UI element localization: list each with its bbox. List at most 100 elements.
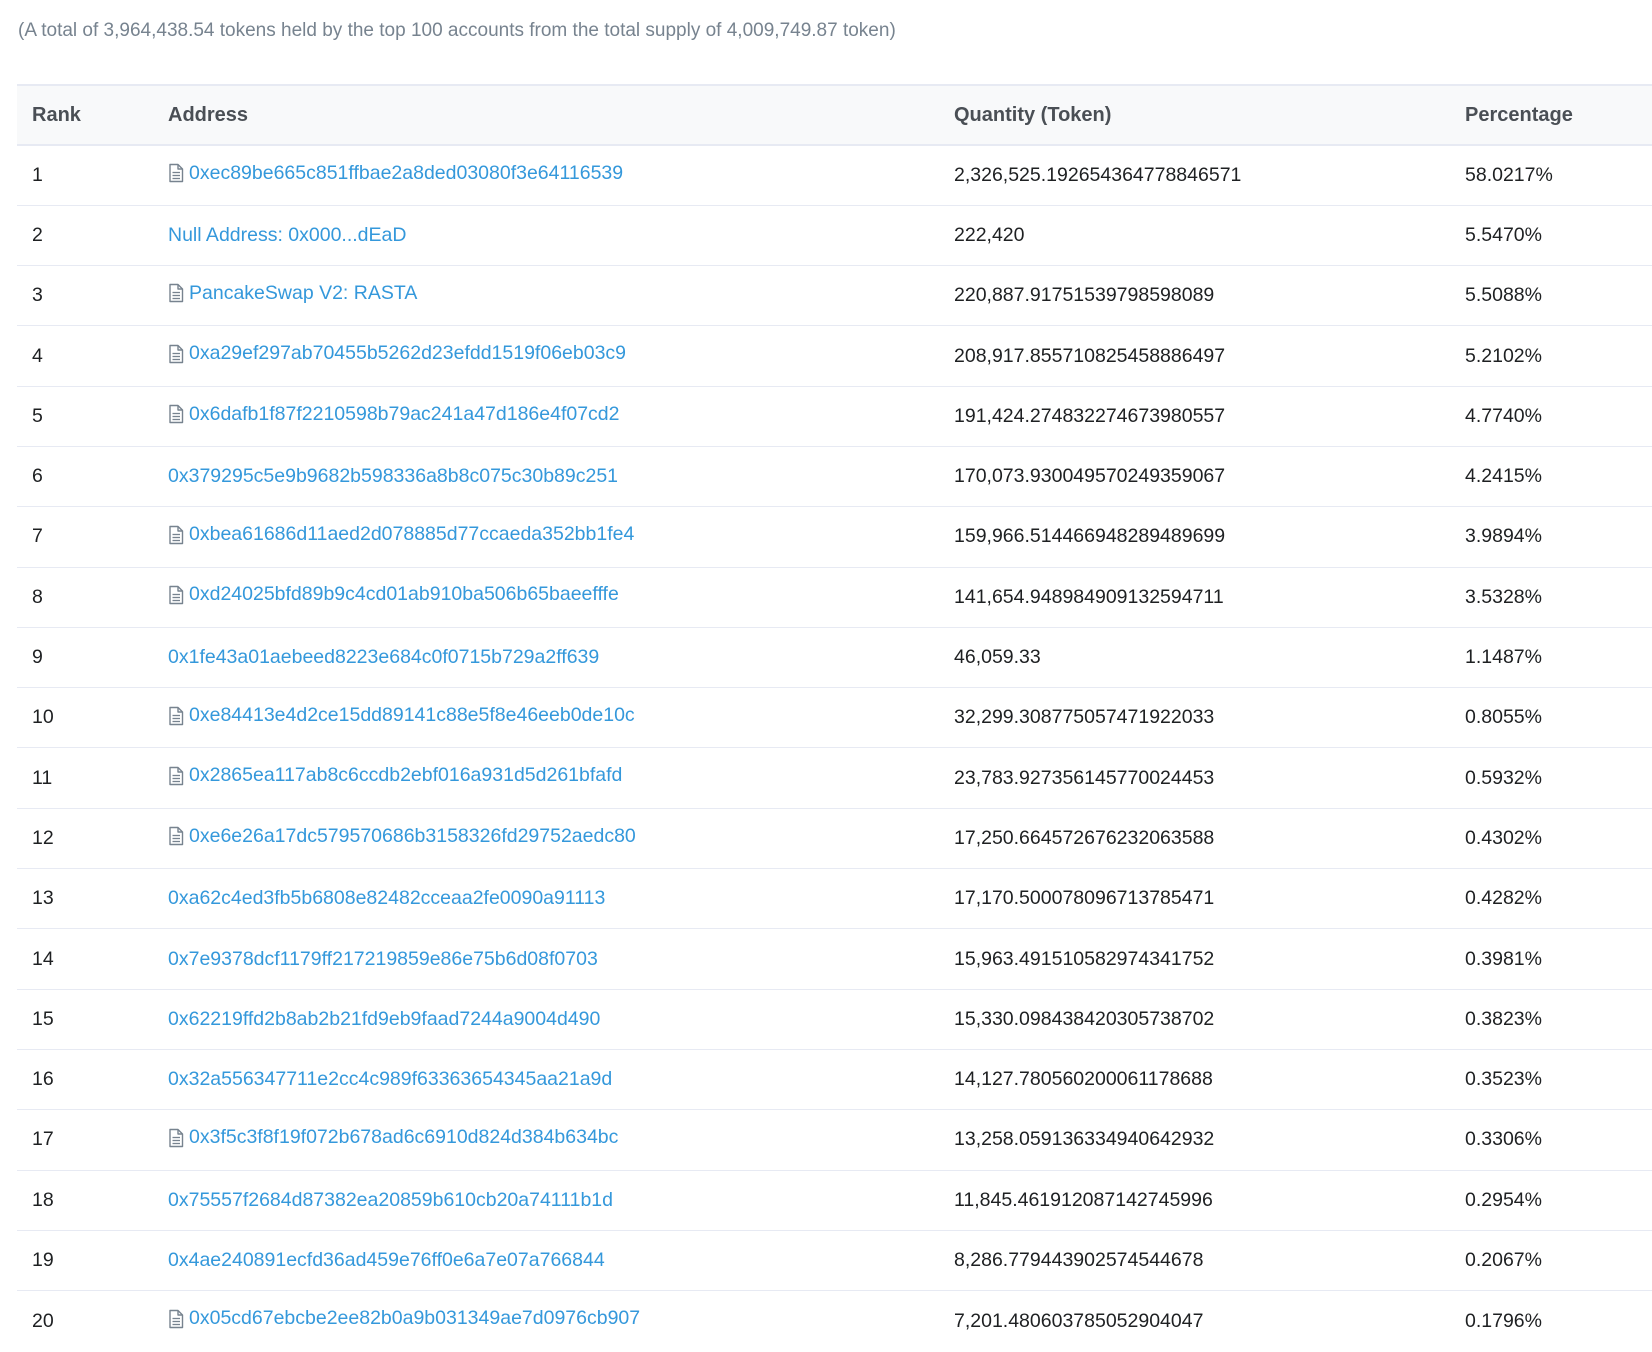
percentage-cell: 0.3823% <box>1465 1007 1542 1030</box>
table-row: 8 0xd24025bfd89b9c4cd01ab910ba506b65baeef… <box>17 567 1652 628</box>
holder-address-link[interactable]: 0xbea61686d11aed2d078885d77ccaeda352bb1f… <box>189 523 634 546</box>
address-cell: 0x2865ea117ab8c6ccdb2ebf016a931d5d261bfa… <box>168 748 954 808</box>
percentage-cell: 0.4282% <box>1465 887 1542 910</box>
holder-address-link[interactable]: 0x6dafb1f87f2210598b79ac241a47d186e4f07c… <box>189 403 620 426</box>
table-row: 15 0x62219ffd2b8ab2b21fd9eb9faad7244a9004… <box>17 989 1652 1050</box>
holder-address-link[interactable]: 0xa62c4ed3fb5b6808e82482cceaa2fe0090a911… <box>168 887 605 910</box>
quantity-cell: 15,963.491510582974341752 <box>954 947 1215 970</box>
holder-address-link[interactable]: 0x62219ffd2b8ab2b21fd9eb9faad7244a9004d4… <box>168 1008 600 1031</box>
percentage-cell: 3.5328% <box>1465 585 1542 608</box>
holder-address-link[interactable]: 0x4ae240891ecfd36ad459e76ff0e6a7e07a7668… <box>168 1249 605 1272</box>
table-row: 12 0xe6e26a17dc579570686b3158326fd29752ae… <box>17 808 1652 869</box>
address-cell: 0xe84413e4d2ce15dd89141c88e5f8e46eeb0de1… <box>168 688 954 748</box>
file-document-icon <box>168 1309 184 1329</box>
file-document-icon <box>168 525 184 545</box>
address-cell: 0xd24025bfd89b9c4cd01ab910ba506b65baeeff… <box>168 567 954 627</box>
address-wrapper: 0xd24025bfd89b9c4cd01ab910ba506b65baeeff… <box>168 583 619 606</box>
holder-address-link[interactable]: Null Address: 0x000...dEaD <box>168 224 406 247</box>
address-cell: 0x05cd67ebcbe2ee82b0a9b031349ae7d0976cb9… <box>168 1291 954 1351</box>
holder-address-link[interactable]: 0x7e9378dcf1179ff217219859e86e75b6d08f07… <box>168 948 598 971</box>
file-document-icon <box>168 163 184 183</box>
address-wrapper: 0x3f5c3f8f19f072b678ad6c6910d824d384b634… <box>168 1126 618 1149</box>
holder-address-link[interactable]: 0xe84413e4d2ce15dd89141c88e5f8e46eeb0de1… <box>189 704 635 727</box>
rank-cell: 18 <box>32 1188 54 1211</box>
table-row: 5 0x6dafb1f87f2210598b79ac241a47d186e4f07… <box>17 386 1652 447</box>
address-cell: 0x379295c5e9b9682b598336a8b8c075c30b89c2… <box>168 446 954 506</box>
rank-cell: 16 <box>32 1068 54 1091</box>
holder-address-link[interactable]: 0x2865ea117ab8c6ccdb2ebf016a931d5d261bfa… <box>189 764 622 787</box>
rank-cell: 1 <box>32 163 43 186</box>
holder-address-link[interactable]: 0x1fe43a01aebeed8223e684c0f0715b729a2ff6… <box>168 646 599 669</box>
address-wrapper: 0x32a556347711e2cc4c989f63363654345aa21a… <box>168 1068 612 1091</box>
percentage-cell: 0.2067% <box>1465 1248 1542 1271</box>
table-row: 18 0x75557f2684d87382ea20859b610cb20a7411… <box>17 1170 1652 1231</box>
holder-address-link[interactable]: 0x75557f2684d87382ea20859b610cb20a74111b… <box>168 1189 613 1212</box>
table-header-row: Rank Address Quantity (Token) Percentage <box>17 85 1652 145</box>
percentage-cell: 0.5932% <box>1465 766 1542 789</box>
address-cell: 0xbea61686d11aed2d078885d77ccaeda352bb1f… <box>168 507 954 567</box>
holder-address-link[interactable]: 0x3f5c3f8f19f072b678ad6c6910d824d384b634… <box>189 1126 618 1149</box>
column-header-address[interactable]: Address <box>168 85 954 145</box>
quantity-cell: 170,073.930049570249359067 <box>954 465 1226 488</box>
column-header-quantity[interactable]: Quantity (Token) <box>954 85 1465 145</box>
rank-cell: 19 <box>32 1248 54 1271</box>
table-row: 16 0x32a556347711e2cc4c989f63363654345aa2… <box>17 1049 1652 1110</box>
percentage-cell: 4.2415% <box>1465 465 1542 488</box>
percentage-cell: 0.3523% <box>1465 1068 1542 1091</box>
holder-address-link[interactable]: 0xe6e26a17dc579570686b3158326fd29752aedc… <box>189 825 636 848</box>
address-wrapper: 0xec89be665c851ffbae2a8ded03080f3e641165… <box>168 162 623 185</box>
table-row: 17 0x3f5c3f8f19f072b678ad6c6910d824d384b6… <box>17 1110 1652 1171</box>
holder-address-link[interactable]: 0xa29ef297ab70455b5262d23efdd1519f06eb03… <box>189 342 626 365</box>
quantity-cell: 32,299.308775057471922033 <box>954 706 1215 729</box>
holder-address-link[interactable]: 0xec89be665c851ffbae2a8ded03080f3e641165… <box>189 162 623 185</box>
address-wrapper: 0x62219ffd2b8ab2b21fd9eb9faad7244a9004d4… <box>168 1008 600 1031</box>
address-wrapper: 0x7e9378dcf1179ff217219859e86e75b6d08f07… <box>168 948 598 971</box>
address-wrapper: Null Address: 0x000...dEaD <box>168 224 406 247</box>
percentage-cell: 0.2954% <box>1465 1188 1542 1211</box>
rank-cell: 20 <box>32 1309 54 1332</box>
address-cell: 0x4ae240891ecfd36ad459e76ff0e6a7e07a7668… <box>168 1230 954 1290</box>
rank-cell: 11 <box>32 766 53 789</box>
file-document-icon <box>168 404 184 424</box>
address-cell: Null Address: 0x000...dEaD <box>168 205 954 265</box>
table-row: 14 0x7e9378dcf1179ff217219859e86e75b6d08f… <box>17 929 1652 990</box>
rank-cell: 14 <box>32 947 54 970</box>
holder-address-link[interactable]: 0x32a556347711e2cc4c989f63363654345aa21a… <box>168 1068 612 1091</box>
column-header-rank[interactable]: Rank <box>17 85 168 145</box>
quantity-cell: 222,420 <box>954 223 1025 246</box>
address-cell: PancakeSwap V2: RASTA <box>168 266 954 326</box>
address-wrapper: 0x05cd67ebcbe2ee82b0a9b031349ae7d0976cb9… <box>168 1307 640 1330</box>
percentage-cell: 5.5088% <box>1465 284 1542 307</box>
table-row: 10 0xe84413e4d2ce15dd89141c88e5f8e46eeb0d… <box>17 688 1652 748</box>
percentage-cell: 3.9894% <box>1465 525 1542 548</box>
address-wrapper: 0x2865ea117ab8c6ccdb2ebf016a931d5d261bfa… <box>168 764 622 787</box>
address-cell: 0x7e9378dcf1179ff217219859e86e75b6d08f07… <box>168 929 954 989</box>
address-wrapper: 0xa29ef297ab70455b5262d23efdd1519f06eb03… <box>168 342 626 365</box>
address-wrapper: 0xbea61686d11aed2d078885d77ccaeda352bb1f… <box>168 523 634 546</box>
quantity-cell: 208,917.855710825458886497 <box>954 344 1226 367</box>
percentage-cell: 0.8055% <box>1465 706 1542 729</box>
table-row: 19 0x4ae240891ecfd36ad459e76ff0e6a7e07a76… <box>17 1230 1652 1291</box>
column-header-percentage[interactable]: Percentage <box>1465 85 1652 145</box>
percentage-cell: 0.3981% <box>1465 947 1542 970</box>
rank-cell: 17 <box>32 1128 54 1151</box>
holder-address-link[interactable]: 0x05cd67ebcbe2ee82b0a9b031349ae7d0976cb9… <box>189 1307 640 1330</box>
table-row: 4 0xa29ef297ab70455b5262d23efdd1519f06eb0… <box>17 326 1652 387</box>
address-wrapper: 0x6dafb1f87f2210598b79ac241a47d186e4f07c… <box>168 403 620 426</box>
quantity-cell: 46,059.33 <box>954 646 1041 669</box>
holder-address-link[interactable]: 0x379295c5e9b9682b598336a8b8c075c30b89c2… <box>168 465 618 488</box>
holder-address-link[interactable]: 0xd24025bfd89b9c4cd01ab910ba506b65baeeff… <box>189 583 619 606</box>
holder-address-link[interactable]: PancakeSwap V2: RASTA <box>189 282 417 305</box>
address-cell: 0xa62c4ed3fb5b6808e82482cceaa2fe0090a911… <box>168 869 954 929</box>
address-wrapper: 0x4ae240891ecfd36ad459e76ff0e6a7e07a7668… <box>168 1249 605 1272</box>
rank-cell: 8 <box>32 585 43 608</box>
table-header: Rank Address Quantity (Token) Percentage <box>17 85 1652 145</box>
quantity-cell: 8,286.779443902574544678 <box>954 1248 1204 1271</box>
address-cell: 0xe6e26a17dc579570686b3158326fd29752aedc… <box>168 808 954 868</box>
rank-cell: 4 <box>32 344 43 367</box>
rank-cell: 3 <box>32 284 43 307</box>
address-cell: 0x32a556347711e2cc4c989f63363654345aa21a… <box>168 1049 954 1109</box>
address-cell: 0x6dafb1f87f2210598b79ac241a47d186e4f07c… <box>168 386 954 446</box>
percentage-cell: 1.1487% <box>1465 646 1542 669</box>
quantity-cell: 159,966.514466948289489699 <box>954 525 1226 548</box>
